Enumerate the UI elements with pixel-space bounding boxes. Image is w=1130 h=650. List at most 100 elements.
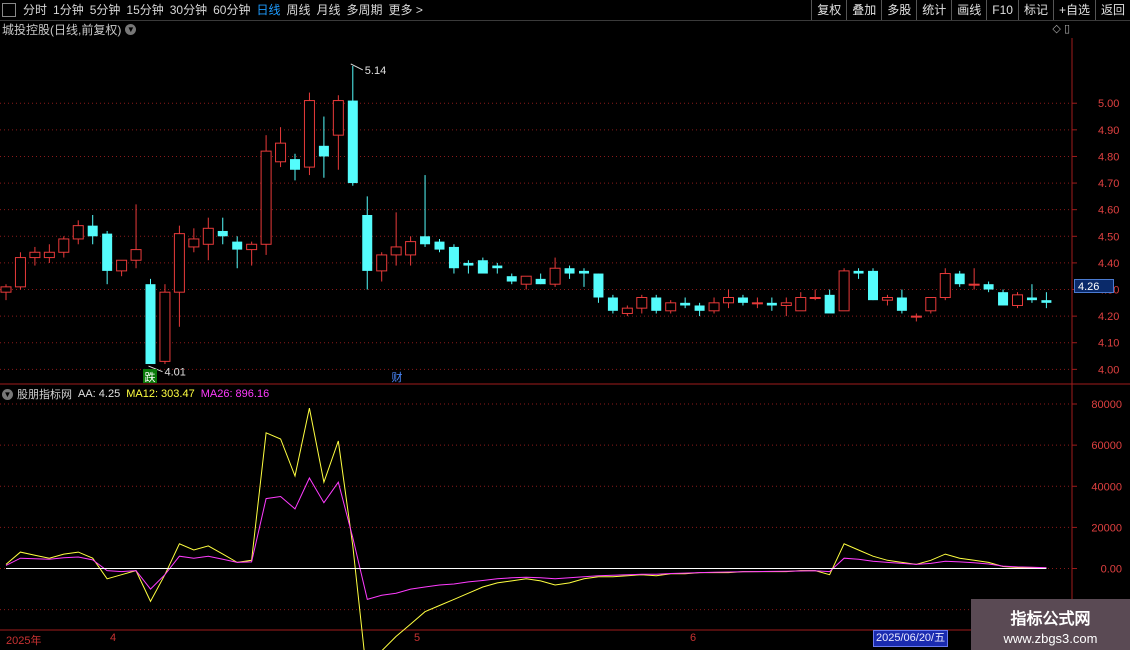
candle-body [1041, 300, 1052, 303]
candle-body [116, 259, 128, 272]
candle-body [202, 227, 214, 245]
candle-body [896, 297, 907, 311]
high-label: 5.14 [365, 65, 386, 77]
candle-body [29, 251, 41, 259]
candle-body [520, 275, 532, 285]
candle-body [405, 241, 417, 256]
candle-body [824, 294, 835, 314]
candle-body [159, 291, 171, 362]
low-label: 4.01 [165, 367, 186, 379]
indicator-name[interactable]: 股朋指标网 [17, 386, 72, 402]
candle-body [780, 302, 792, 306]
candle-body [246, 243, 258, 251]
y-tick-label: 4.00 [1098, 364, 1119, 376]
candle-body [1026, 297, 1037, 301]
indicator-header: ▼ 股朋指标网 AA: 4.25 MA12: 303.47 MA26: 896.… [2, 387, 275, 401]
y-tick-label: 4.20 [1098, 311, 1119, 323]
candle-body [290, 159, 300, 170]
candle-body [448, 246, 459, 269]
candle-body [477, 260, 488, 274]
candle-body [130, 249, 142, 261]
candle-body [232, 241, 243, 250]
candle-body [621, 307, 633, 314]
candle-body [853, 270, 864, 274]
candle-body [0, 286, 12, 293]
candle-body [723, 297, 734, 304]
y-tick-label: 60000 [1091, 440, 1122, 452]
candle-body [954, 273, 965, 285]
candle-body [332, 100, 344, 136]
candle-body [983, 284, 994, 290]
candle-body [318, 145, 329, 157]
candle-body [636, 297, 648, 309]
candle-body [376, 254, 388, 272]
date-label: 4 [110, 632, 117, 644]
candle-body [751, 302, 763, 305]
y-tick-label: 4.80 [1098, 151, 1119, 163]
candle-body [14, 257, 26, 288]
candle-body [173, 233, 185, 293]
candle-body [607, 297, 618, 311]
candle-body [87, 225, 98, 237]
y-tick-label: 4.10 [1098, 338, 1119, 350]
y-tick-label: 4.60 [1098, 205, 1119, 217]
candle-body [145, 284, 156, 365]
date-label: 5 [414, 632, 421, 644]
die-marker: 跌 [145, 370, 156, 384]
candle-body [463, 262, 474, 266]
candle-body [362, 215, 373, 271]
cai-marker: 财 [392, 370, 403, 384]
candle-body [737, 297, 748, 303]
indicator-ma12: MA12: 303.47 [126, 388, 195, 400]
selected-date: 2025/06/20/五 [873, 630, 949, 647]
y-tick-label: 20000 [1091, 522, 1122, 534]
watermark: 指标公式网 www.zbgs3.com [971, 599, 1130, 650]
candle-body [1012, 294, 1023, 306]
candle-body [925, 297, 937, 312]
candle-body [809, 297, 821, 299]
candle-body [492, 265, 503, 269]
y-tick-label: 5.00 [1098, 98, 1119, 110]
candle-body [968, 283, 980, 286]
candle-body [217, 230, 228, 237]
watermark-url: www.zbgs3.com [1003, 631, 1098, 646]
indicator-aa: AA: 4.25 [78, 388, 121, 400]
candle-body [998, 292, 1009, 306]
chevron-down-icon[interactable]: ▼ [2, 388, 13, 400]
candle-body [43, 251, 55, 259]
candle-body [564, 268, 575, 274]
candle-body [910, 315, 922, 318]
candle-body [188, 238, 200, 248]
candle-body [535, 278, 546, 285]
candle-body [58, 238, 70, 253]
candle-body [579, 270, 589, 274]
candle-body [795, 297, 807, 312]
candle-body [868, 270, 878, 301]
y-tick-label: 4.40 [1098, 258, 1119, 270]
y-tick-label: 4.50 [1098, 231, 1119, 243]
date-axis: 2025年 4 5 6 [0, 630, 1130, 650]
candle-body [102, 233, 113, 271]
candle-body [347, 100, 358, 184]
candle-body [651, 297, 662, 311]
current-price-tag: 4.26 [1074, 279, 1114, 293]
date-label: 2025年 [6, 635, 42, 647]
y-tick-label: 4.70 [1098, 178, 1119, 190]
y-tick-label: 40000 [1091, 481, 1122, 493]
candle-body [549, 267, 561, 285]
candle-body [881, 297, 893, 301]
date-label: 6 [690, 632, 697, 644]
kline-chart[interactable]: 5.004.904.804.704.604.504.404.304.204.10… [0, 0, 1130, 650]
candle-body [72, 225, 84, 240]
candle-body [694, 305, 705, 311]
candle-body [275, 142, 287, 163]
y-tick-label: 0.00 [1101, 564, 1122, 576]
candle-body [838, 270, 850, 312]
watermark-title: 指标公式网 [1010, 611, 1091, 628]
candle-body [593, 273, 604, 298]
aa-line [5, 407, 1047, 650]
candle-body [303, 100, 315, 168]
candle-body [680, 302, 691, 306]
candle-body [390, 246, 402, 256]
candle-body [420, 236, 431, 245]
